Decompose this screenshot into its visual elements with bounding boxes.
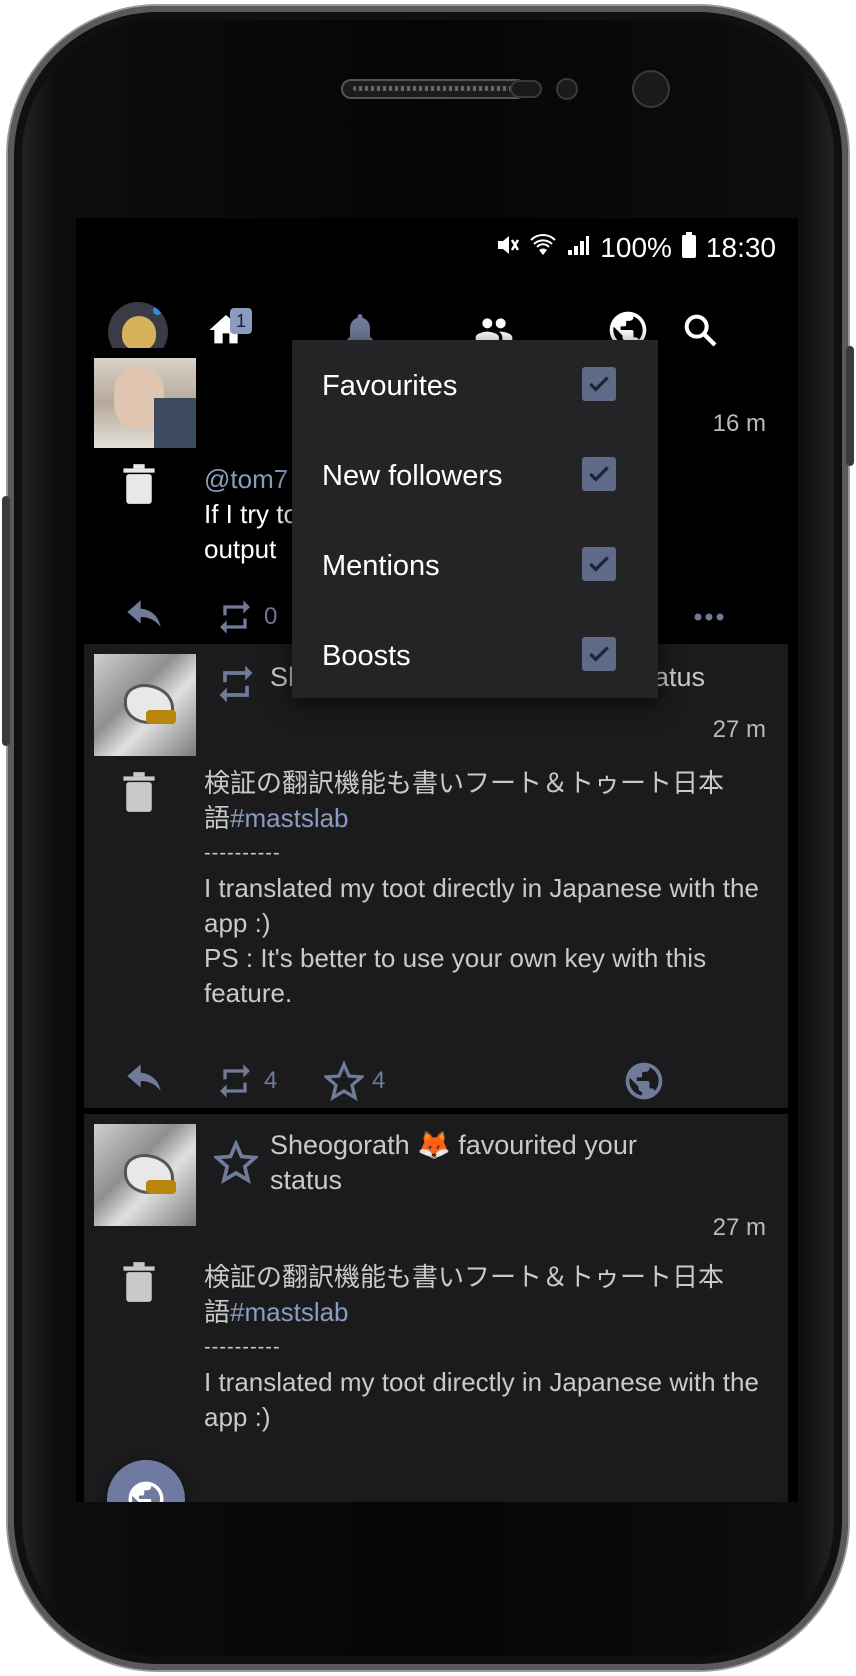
battery-icon xyxy=(681,231,696,265)
check-icon xyxy=(589,556,609,572)
menu-item-label: Favourites xyxy=(322,370,458,402)
clock: 18:30 xyxy=(705,232,776,263)
menu-item-label: Mentions xyxy=(322,550,440,582)
light-sensor xyxy=(556,78,578,100)
menu-item-label: New followers xyxy=(322,460,503,492)
boost-count: 0 xyxy=(264,603,278,630)
front-camera xyxy=(632,70,670,108)
delete-icon[interactable] xyxy=(122,772,156,812)
checkbox[interactable] xyxy=(582,547,616,581)
boost-count: 4 xyxy=(264,1067,278,1094)
menu-item-label: Boosts xyxy=(322,640,411,672)
star-icon xyxy=(324,1061,364,1101)
reply-icon xyxy=(127,1064,161,1091)
avatar[interactable] xyxy=(94,358,196,448)
volume-button xyxy=(2,496,10,746)
delete-icon[interactable] xyxy=(122,464,156,504)
list-item[interactable]: Sh atus 27 m 検証の翻訳機能も書いフート＆トゥート日本 語#mast… xyxy=(84,644,788,1108)
status-bar: 100% 18:30 xyxy=(76,218,798,278)
delete-icon[interactable] xyxy=(122,1262,156,1302)
globe-icon xyxy=(128,1481,164,1502)
status-content: 検証の翻訳機能も書いフート＆トゥート日本 語#mastslab --------… xyxy=(204,766,784,1011)
notification-filter-menu: Favourites New followers Mentions Boosts xyxy=(292,340,658,698)
power-button xyxy=(846,346,854,466)
mention-link[interactable]: @tom7 xyxy=(204,464,288,494)
earpiece-speaker xyxy=(341,79,527,99)
menu-item-favourites[interactable]: Favourites xyxy=(292,342,658,432)
star-icon xyxy=(214,1140,258,1184)
timestamp: 27 m xyxy=(712,716,766,743)
wifi-icon xyxy=(530,233,557,264)
content-paragraph: I translated my toot directly in Japanes… xyxy=(204,1367,759,1432)
signal-icon xyxy=(566,233,590,264)
check-icon xyxy=(589,466,609,482)
status-actions: 4 4 xyxy=(114,1056,754,1106)
separator-text: ---------- xyxy=(204,1336,281,1358)
status-content: 検証の翻訳機能も書いフート＆トゥート日本 語#mastslab --------… xyxy=(204,1260,784,1435)
content-prefix: 語 xyxy=(204,1297,231,1327)
mute-icon xyxy=(494,232,520,265)
boost-icon xyxy=(220,600,250,634)
separator-text: ---------- xyxy=(204,842,281,864)
app-screen: 100% 18:30 1 16 m @tom7 If I try to outp… xyxy=(76,218,798,1502)
visibility-button[interactable] xyxy=(622,1056,666,1106)
menu-item-boosts[interactable]: Boosts xyxy=(292,612,658,702)
favourite-button[interactable]: 4 xyxy=(324,1056,385,1106)
notification-text: atus xyxy=(654,662,706,692)
boost-icon xyxy=(220,1064,250,1098)
reply-icon xyxy=(127,600,161,627)
checkbox[interactable] xyxy=(582,367,616,401)
content-prefix: 語 xyxy=(204,803,231,833)
content-paragraph: I translated my toot directly in Japanes… xyxy=(204,873,759,938)
list-item[interactable]: Sheogorath 🦊 favourited your status 27 m… xyxy=(84,1114,788,1502)
battery-level: 100% xyxy=(600,232,672,263)
checkbox[interactable] xyxy=(582,637,616,671)
check-icon xyxy=(589,646,609,662)
checkbox[interactable] xyxy=(582,457,616,491)
content-line: 検証の翻訳機能も書いフート＆トゥート日本 xyxy=(204,768,725,798)
menu-item-new-followers[interactable]: New followers xyxy=(292,432,658,522)
avatar[interactable] xyxy=(94,1124,196,1226)
more-button[interactable] xyxy=(694,592,724,642)
reply-button[interactable] xyxy=(124,592,164,642)
timestamp: 16 m xyxy=(712,410,766,437)
hashtag-link[interactable]: #mastslab xyxy=(230,1297,349,1327)
favourite-count: 4 xyxy=(372,1067,386,1094)
boost-icon xyxy=(219,665,253,703)
menu-item-mentions[interactable]: Mentions xyxy=(292,522,658,612)
hashtag-link[interactable]: #mastslab xyxy=(230,803,349,833)
reply-button[interactable] xyxy=(124,1056,164,1106)
more-icon xyxy=(694,613,724,621)
phone-frame: 100% 18:30 1 16 m @tom7 If I try to outp… xyxy=(2,6,854,1670)
globe-icon xyxy=(625,1062,663,1100)
search-icon xyxy=(684,314,717,347)
proximity-sensor xyxy=(510,80,542,98)
boost-button[interactable]: 4 xyxy=(214,1056,277,1106)
timestamp: 27 m xyxy=(712,1214,766,1241)
content-paragraph: PS : It's better to use your own key wit… xyxy=(204,943,707,1008)
home-badge: 1 xyxy=(230,308,252,334)
avatar[interactable] xyxy=(94,654,196,756)
check-icon xyxy=(589,376,609,392)
boost-button[interactable]: 0 xyxy=(214,592,277,642)
notification-text: Sheogorath 🦊 favourited your status xyxy=(270,1130,637,1195)
content-line: 検証の翻訳機能も書いフート＆トゥート日本 xyxy=(204,1262,725,1292)
